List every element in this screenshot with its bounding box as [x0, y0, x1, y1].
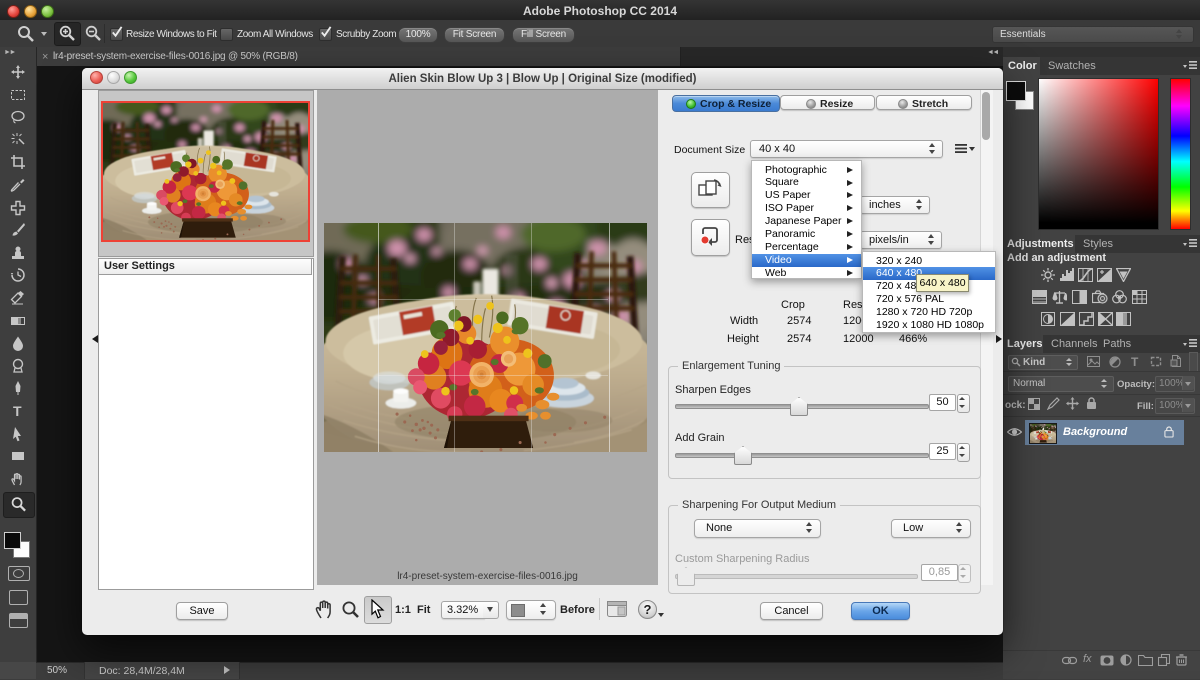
svg-text:T: T — [13, 403, 22, 419]
